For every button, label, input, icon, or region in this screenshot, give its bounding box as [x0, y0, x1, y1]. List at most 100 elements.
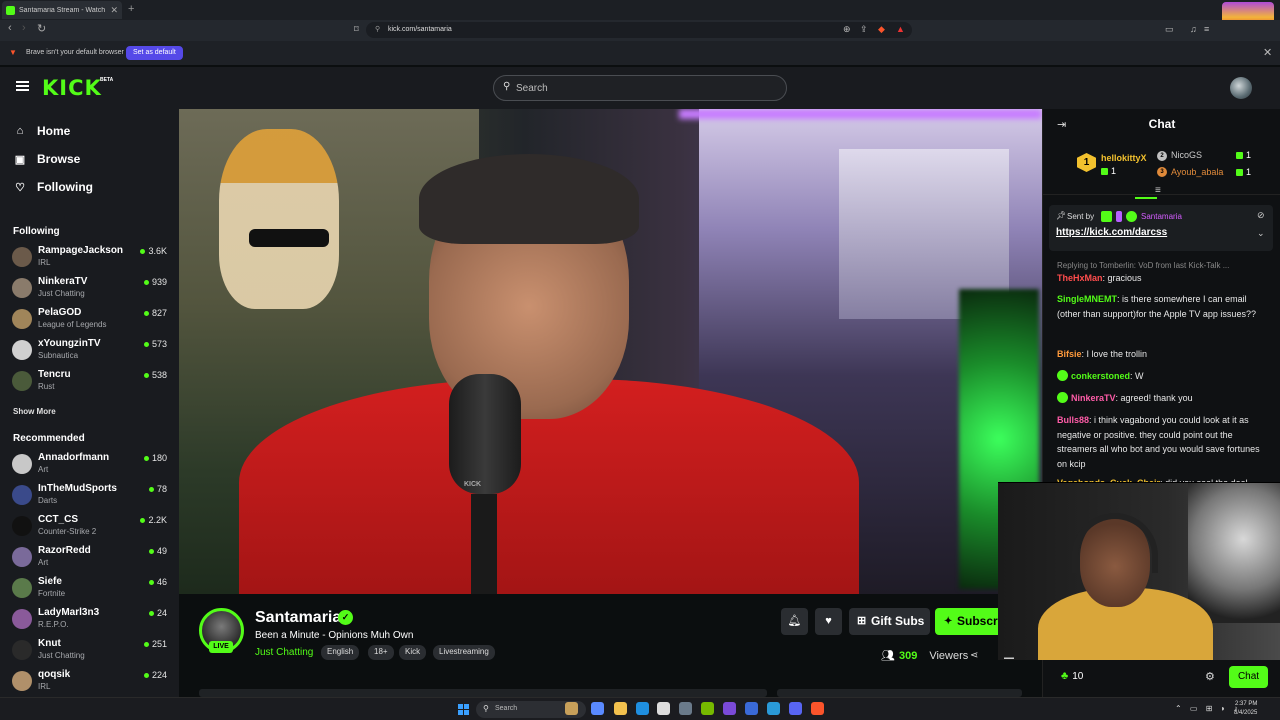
new-tab-icon[interactable]: + — [128, 3, 134, 15]
brave-rewards-icon[interactable]: ▲ — [896, 24, 905, 34]
windows-start-icon[interactable] — [458, 704, 469, 715]
following-channel-row[interactable]: PelaGOD League of Legends 827 — [12, 307, 172, 335]
leaderboard-name-3[interactable]: Ayoub_abala — [1171, 167, 1223, 177]
leaderboard-gifts-2-value: 1 — [1246, 150, 1252, 160]
subscribe-button[interactable]: ✦ Subscribe — [935, 608, 1005, 635]
forward-icon[interactable]: › — [22, 22, 26, 34]
kick-logo[interactable]: KICK — [42, 76, 102, 100]
pinned-user[interactable]: Santamaria — [1141, 212, 1182, 221]
chat-username[interactable]: Bifsie — [1057, 349, 1082, 359]
following-channel-row[interactable]: xYoungzinTV Subnautica 573 — [12, 338, 172, 366]
pip-restore-icon[interactable]: ▬▬ — [1004, 655, 1014, 660]
brave-shields-icon[interactable]: ◆ — [878, 24, 885, 35]
about-panel — [199, 689, 767, 697]
share-icon[interactable]: ⋖ — [970, 650, 978, 661]
recommended-channel-row[interactable]: Annadorfmann Art 180 — [12, 452, 172, 480]
reload-icon[interactable]: ↻ — [37, 22, 46, 35]
chat-username[interactable]: NinkeraTV — [1071, 393, 1116, 403]
brave-icon[interactable] — [811, 702, 824, 715]
close-tab-icon[interactable]: ✕ — [110, 5, 118, 16]
menu-icon[interactable]: ≡ — [1204, 24, 1209, 34]
search-input[interactable]: ⚲ Search — [493, 75, 787, 101]
bookmark-icon[interactable]: ⌑ — [354, 24, 359, 35]
send-chat-button[interactable]: Chat — [1229, 666, 1268, 688]
channel-name[interactable]: Santamaria — [255, 609, 341, 627]
zoom-icon[interactable]: ⊕ — [843, 24, 851, 35]
browser-tab[interactable]: Santamaria Stream - Watch S ✕ — [2, 1, 122, 19]
channel-avatar — [12, 247, 32, 267]
recommended-channel-row[interactable]: InTheMudSports Darts 78 — [12, 483, 172, 511]
system-tray-icons[interactable]: ⌃ ▭ ⊞ ◗ ♪ — [1175, 704, 1241, 713]
copilot-icon[interactable] — [591, 702, 604, 715]
set-as-default-button[interactable]: Set as default — [126, 46, 183, 60]
discord-icon[interactable] — [789, 702, 802, 715]
leaderboard-toggle-icon[interactable]: ≡ — [1155, 185, 1161, 196]
recommended-channel-row[interactable]: LadyMarl3n3 R.E.P.O. 24 — [12, 607, 172, 635]
live-dot-icon — [148, 548, 154, 554]
kick-badge-icon — [1101, 211, 1112, 222]
pinned-link[interactable]: https://kick.com/darcss — [1056, 227, 1167, 238]
show-more-link[interactable]: Show More — [13, 407, 56, 416]
address-bar[interactable]: ⚲ kick.com/santamaria — [366, 22, 912, 38]
recommended-channel-row[interactable]: Siefe Fortnite 46 — [12, 576, 172, 604]
app3-icon[interactable] — [767, 702, 780, 715]
hide-pin-icon[interactable]: ⊘ — [1257, 210, 1265, 221]
share-page-icon[interactable]: ⇪ — [860, 24, 868, 35]
nav-home[interactable]: ⌂ Home — [13, 124, 71, 138]
chat-username[interactable]: conkerstoned — [1071, 371, 1130, 381]
picture-in-picture-webcam[interactable]: ▬▬ — [998, 482, 1280, 660]
tag-english[interactable]: English — [321, 645, 360, 660]
site-info-icon[interactable]: ⚲ — [375, 25, 380, 33]
nav-following[interactable]: ♡ Following — [13, 180, 93, 194]
channel-category: Fortnite — [38, 589, 66, 598]
nav-browse[interactable]: ▣ Browse — [13, 152, 81, 166]
following-channel-row[interactable]: RampageJackson IRL 3.6K — [12, 245, 172, 273]
gift-subs-button[interactable]: ⊞ Gift Subs — [849, 608, 930, 635]
user-avatar[interactable] — [1230, 77, 1252, 99]
store-icon[interactable] — [657, 702, 670, 715]
live-dot-icon — [140, 248, 146, 254]
chat-username[interactable]: TheHxMan — [1057, 273, 1103, 283]
edge-icon[interactable] — [636, 702, 649, 715]
stream-category-link[interactable]: Just Chatting — [255, 647, 313, 658]
sidebar-toggle-icon[interactable]: ▭ — [1165, 24, 1174, 35]
hamburger-menu-icon[interactable] — [16, 81, 29, 91]
chat-username[interactable]: SingleMNEMT — [1057, 294, 1117, 304]
app2-icon[interactable] — [745, 702, 758, 715]
chevron-down-icon[interactable]: ⌄ — [1257, 228, 1265, 239]
channel-avatar — [12, 340, 32, 360]
chat-username[interactable]: Bulls88 — [1057, 415, 1089, 425]
following-channel-row[interactable]: NinkeraTV Just Chatting 939 — [12, 276, 172, 304]
file-explorer-icon[interactable] — [614, 702, 627, 715]
notifications-bell-icon[interactable]: 🔔︎ — [781, 608, 808, 635]
app-icon[interactable] — [723, 702, 736, 715]
following-channel-row[interactable]: Tencru Rust 538 — [12, 369, 172, 397]
follow-heart-icon[interactable]: ♥ — [815, 608, 842, 635]
settings-icon[interactable] — [679, 702, 692, 715]
video-player[interactable]: KICK — [179, 109, 1042, 594]
tag-18plus[interactable]: 18+ — [368, 645, 394, 660]
close-infobar-icon[interactable]: ✕ — [1263, 46, 1272, 59]
nvidia-icon[interactable] — [701, 702, 714, 715]
back-icon[interactable]: ‹ — [8, 22, 12, 34]
leaderboard-name-2[interactable]: NicoGS — [1171, 150, 1202, 160]
recommended-channel-row[interactable]: qoqsik IRL 224 — [12, 669, 172, 697]
leaderboard-name-1[interactable]: hellokittyX — [1101, 153, 1147, 163]
recommended-channel-row[interactable]: Knut Just Chatting 251 — [12, 638, 172, 666]
tag-kick[interactable]: Kick — [399, 645, 427, 660]
leaderboard-gifts-1-value: 1 — [1111, 166, 1117, 176]
widget-icon[interactable] — [565, 702, 578, 715]
channel-viewers: 224 — [143, 670, 167, 680]
channel-points[interactable]: ♣ 10 — [1061, 670, 1083, 682]
viewer-count: 👥︎ 309 Viewers — [881, 649, 968, 663]
tag-livestreaming[interactable]: Livestreaming — [433, 645, 495, 660]
kick-favicon-icon — [6, 5, 15, 15]
recommended-channel-row[interactable]: RazorRedd Art 49 — [12, 545, 172, 573]
channel-category: Rust — [38, 382, 55, 391]
clock[interactable]: 2:37 PM 8/4/2025 — [1234, 700, 1257, 718]
live-dot-icon — [143, 672, 149, 678]
chat-settings-gear-icon[interactable]: ⚙ — [1205, 670, 1215, 683]
recommended-channel-row[interactable]: CCT_CS Counter-Strike 2 2.2K — [12, 514, 172, 542]
media-icon[interactable]: ♫ — [1190, 24, 1197, 34]
channel-category: Art — [38, 558, 49, 567]
